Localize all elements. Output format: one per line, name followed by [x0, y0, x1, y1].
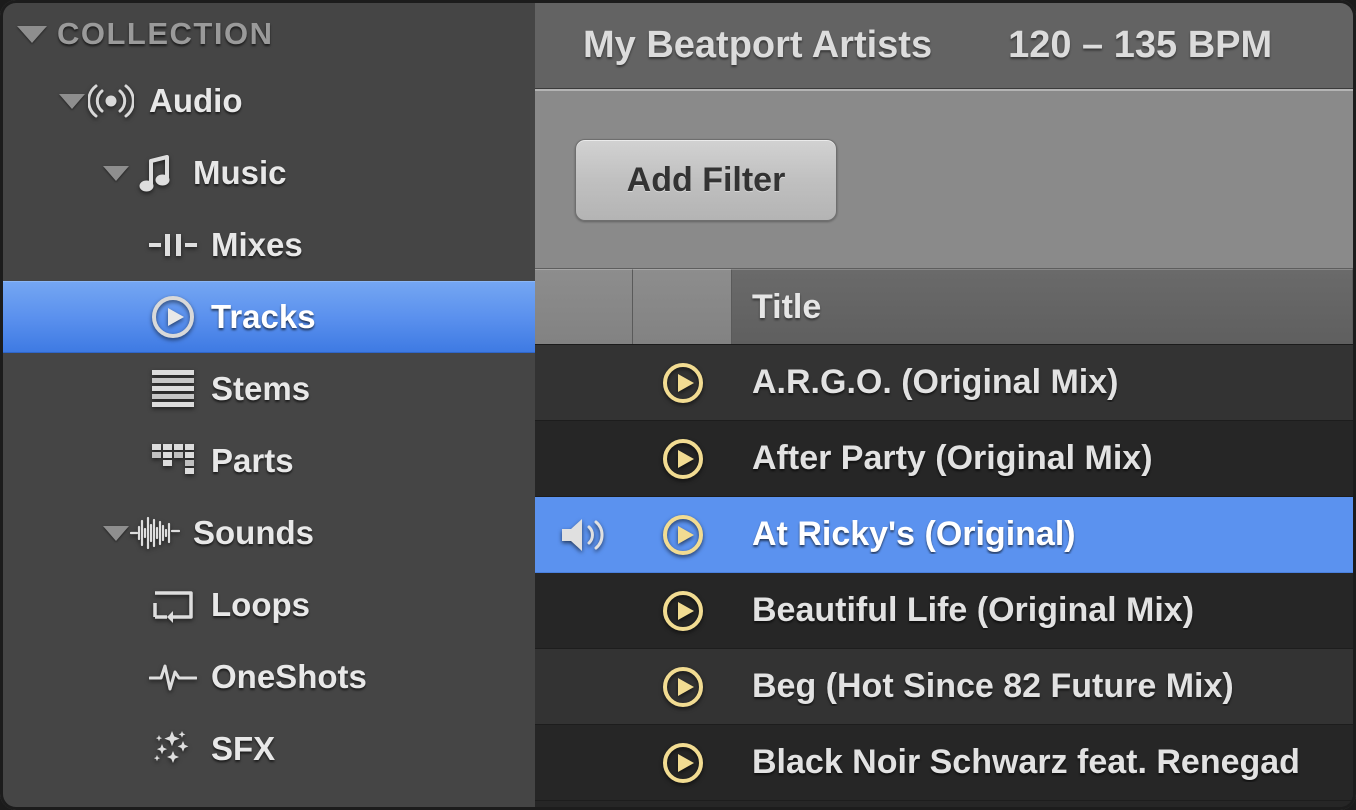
- play-cell[interactable]: [633, 665, 732, 709]
- table-row[interactable]: Beautiful Life (Original Mix): [535, 573, 1353, 649]
- panel-header: My Beatport Artists 120 – 135 BPM: [535, 3, 1353, 89]
- browser-panel: My Beatport Artists 120 – 135 BPM Add Fi…: [535, 0, 1356, 810]
- sidebar-item-label: Mixes: [211, 226, 303, 263]
- sidebar-item-tracks[interactable]: Tracks: [3, 281, 535, 353]
- sidebar-item-sounds[interactable]: Sounds: [3, 497, 535, 569]
- sidebar-item-label: COLLECTION: [57, 16, 274, 51]
- sidebar-item-oneshots[interactable]: OneShots: [3, 641, 535, 713]
- track-title: Beautiful Life (Original Mix): [752, 591, 1195, 629]
- page-title: My Beatport Artists: [583, 24, 933, 66]
- sidebar-item-sfx[interactable]: SFX: [3, 713, 535, 785]
- disclosure-triangle-icon[interactable]: [103, 165, 129, 181]
- sidebar-item-label: Music: [193, 154, 287, 191]
- sidebar-item-label: Stems: [211, 370, 311, 407]
- play-cell[interactable]: [633, 361, 732, 405]
- play-cell[interactable]: [633, 437, 732, 481]
- play-circle-icon: [662, 742, 703, 783]
- stems-icon: [147, 367, 199, 411]
- play-circle-icon: [662, 362, 703, 403]
- play-circle-icon: [662, 438, 703, 479]
- collection-spacer-icon: [47, 12, 55, 56]
- sidebar-item-music[interactable]: Music: [3, 137, 535, 209]
- track-title: Beg (Hot Since 82 Future Mix): [752, 667, 1234, 705]
- sidebar-item-audio[interactable]: Audio: [3, 65, 535, 137]
- column-header-title[interactable]: Title: [732, 269, 1353, 344]
- sidebar-item-mixes[interactable]: Mixes: [3, 209, 535, 281]
- waveform-icon: [129, 511, 181, 555]
- disclosure-triangle-icon[interactable]: [103, 525, 129, 541]
- play-cell[interactable]: [633, 589, 732, 633]
- mixes-icon: [147, 223, 199, 267]
- table-row[interactable]: After Party (Original Mix): [535, 421, 1353, 497]
- play-circle-icon: [147, 295, 199, 339]
- sidebar-item-stems[interactable]: Stems: [3, 353, 535, 425]
- table-row[interactable]: Black Noir Schwarz feat. Renegad: [535, 725, 1353, 801]
- track-table-header: Title: [535, 269, 1353, 345]
- track-title: A.R.G.O. (Original Mix): [752, 363, 1119, 401]
- play-circle-icon: [662, 590, 703, 631]
- play-circle-icon: [662, 666, 703, 707]
- collection-sidebar: COLLECTION Audio Music Mixes Tracks Stem…: [0, 0, 535, 810]
- sidebar-item-collection[interactable]: COLLECTION: [3, 3, 535, 65]
- add-filter-label: Add Filter: [626, 160, 786, 199]
- parts-icon: [147, 439, 199, 483]
- sidebar-item-label: OneShots: [211, 658, 367, 695]
- filter-bar: Add Filter Mood Driving, Melodic: [535, 89, 1353, 269]
- disclosure-triangle-icon[interactable]: [17, 25, 47, 43]
- sidebar-item-label: Parts: [211, 442, 294, 479]
- add-filter-button[interactable]: Add Filter: [575, 139, 837, 221]
- track-title: After Party (Original Mix): [752, 439, 1153, 477]
- column-header-title-label: Title: [752, 287, 822, 326]
- track-title: At Ricky's (Original): [752, 515, 1076, 553]
- table-row[interactable]: At Ricky's (Original): [535, 497, 1353, 573]
- sparkle-icon: [147, 727, 199, 771]
- speaker-icon: [562, 518, 604, 551]
- play-circle-icon: [662, 514, 703, 555]
- track-title: Black Noir Schwarz feat. Renegad: [752, 743, 1300, 781]
- music-note-icon: [129, 151, 181, 195]
- sidebar-item-label: Sounds: [193, 514, 314, 551]
- loop-icon: [147, 583, 199, 627]
- track-list[interactable]: A.R.G.O. (Original Mix) After Party (Ori…: [535, 345, 1353, 807]
- column-header-preview[interactable]: [535, 269, 633, 344]
- table-row[interactable]: Beg (Hot Since 82 Future Mix): [535, 649, 1353, 725]
- preview-cell[interactable]: [535, 515, 633, 555]
- bpm-range-label: 120 – 135 BPM: [1008, 24, 1273, 66]
- sidebar-item-parts[interactable]: Parts: [3, 425, 535, 497]
- sidebar-item-label: Loops: [211, 586, 310, 623]
- collection-browser-window: COLLECTION Audio Music Mixes Tracks Stem…: [0, 0, 1356, 810]
- table-row[interactable]: A.R.G.O. (Original Mix): [535, 345, 1353, 421]
- column-header-play[interactable]: [633, 269, 732, 344]
- sidebar-item-label: Audio: [149, 82, 243, 119]
- sidebar-item-label: SFX: [211, 730, 276, 767]
- broadcast-icon: [85, 79, 137, 123]
- sidebar-item-loops[interactable]: Loops: [3, 569, 535, 641]
- oneshot-icon: [147, 655, 199, 699]
- play-cell[interactable]: [633, 513, 732, 557]
- play-cell[interactable]: [633, 741, 732, 785]
- sidebar-item-label: Tracks: [211, 298, 316, 335]
- disclosure-triangle-icon[interactable]: [59, 93, 85, 109]
